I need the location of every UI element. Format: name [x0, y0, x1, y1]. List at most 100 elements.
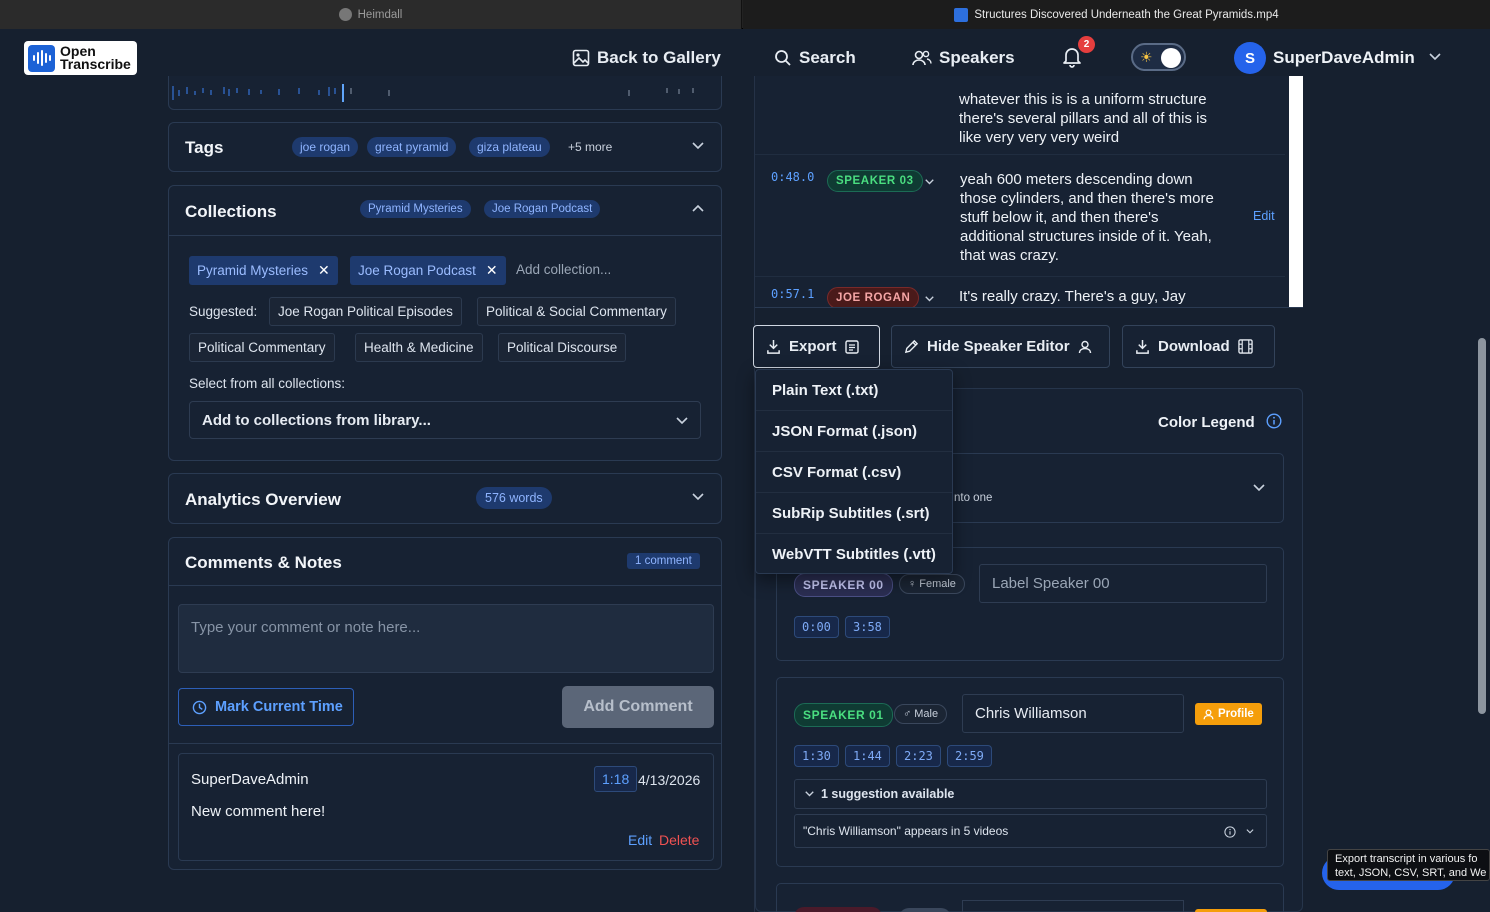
export-json-option[interactable]: JSON Format (.json) [756, 411, 952, 452]
suggested-collection[interactable]: Health & Medicine [355, 333, 483, 362]
time-chip[interactable]: 1:44 [845, 745, 890, 767]
gender-label: Female [919, 578, 956, 590]
info-icon[interactable] [1224, 826, 1236, 838]
remove-close-icon[interactable]: ✕ [318, 262, 330, 279]
download-button[interactable]: Download [1122, 325, 1275, 368]
add-collection-input[interactable]: Add collection... [516, 262, 611, 277]
browser-tab-heimdall[interactable]: Heimdall [0, 0, 742, 29]
username[interactable]: SuperDaveAdmin [1273, 48, 1415, 68]
tags-title: Tags [185, 138, 224, 157]
back-to-gallery-button[interactable]: Back to Gallery [572, 46, 721, 70]
tooltip: Export transcript in various fo text, JS… [1327, 849, 1490, 881]
speaker-tag[interactable]: SPEAKER 03 [827, 170, 923, 192]
page-scrollbar-thumb[interactable] [1478, 338, 1486, 714]
divider [755, 276, 1285, 277]
select-all-label: Select from all collections: [189, 376, 346, 391]
film-icon [1237, 339, 1253, 354]
analytics-panel[interactable]: Analytics Overview 576 words [168, 473, 722, 524]
suggested-collection[interactable]: Political Commentary [189, 333, 335, 362]
segment-time[interactable]: 0:48.0 [771, 170, 814, 184]
search-icon [775, 50, 791, 66]
speaker-name-input[interactable] [962, 900, 1184, 912]
time-chip[interactable]: 2:59 [947, 745, 992, 767]
comment-delete-link[interactable]: Delete [659, 832, 699, 848]
users-icon [912, 50, 932, 66]
toggle-knob [1161, 48, 1181, 68]
collections-panel: Collections Pyramid Mysteries Joe Rogan … [168, 185, 722, 461]
chevron-down-icon[interactable] [925, 296, 934, 302]
chevron-down-icon[interactable] [925, 179, 934, 185]
suggested-collection[interactable]: Political & Social Commentary [477, 297, 676, 326]
gender-badge[interactable]: ♂ Male [894, 704, 948, 724]
chevron-down-icon[interactable] [1253, 484, 1265, 492]
comment-textarea[interactable]: Type your comment or note here... [178, 604, 714, 673]
export-csv-option[interactable]: CSV Format (.csv) [756, 452, 952, 493]
logo-line-2: Transcribe [60, 56, 131, 72]
tags-more[interactable]: +5 more [568, 140, 612, 154]
selected-collection-label: Pyramid Mysteries [197, 263, 309, 278]
waveform-panel[interactable] [168, 76, 722, 110]
app-logo[interactable]: Open Transcribe [24, 41, 137, 75]
hide-speaker-editor-button[interactable]: Hide Speaker Editor [891, 325, 1110, 368]
transcript-segment-text[interactable]: It's really crazy. There's a guy, Jay [959, 287, 1229, 306]
suggestion-toggle[interactable]: 1 suggestion available [794, 779, 1267, 809]
time-chip[interactable]: 0:00 [794, 616, 839, 638]
gender-badge[interactable]: ♀ Female [899, 574, 965, 594]
time-chip[interactable]: 2:23 [896, 745, 941, 767]
merge-hint-text: nto one [954, 492, 993, 504]
export-txt-option[interactable]: Plain Text (.txt) [756, 370, 952, 411]
word-count-badge: 576 words [476, 487, 552, 509]
divider [755, 154, 1285, 155]
export-vtt-option[interactable]: WebVTT Subtitles (.vtt) [756, 534, 952, 575]
comment-timestamp[interactable]: 1:18 [594, 766, 638, 792]
segment-edit-link[interactable]: Edit [1253, 209, 1275, 223]
suggestion-text: "Chris Williamson" appears in 5 videos [803, 824, 1009, 838]
divider [169, 743, 721, 744]
search-label: Search [799, 48, 856, 67]
scrollbar-track[interactable] [1289, 76, 1303, 307]
speaker-label-input[interactable]: Label Speaker 00 [979, 564, 1267, 603]
info-icon[interactable] [1266, 413, 1282, 429]
export-srt-option[interactable]: SubRip Subtitles (.srt) [756, 493, 952, 534]
mark-current-time-button[interactable]: Mark Current Time [178, 688, 354, 726]
tag-chip[interactable]: joe rogan [292, 137, 359, 157]
theme-toggle[interactable]: ☀ [1131, 43, 1186, 71]
hide-speaker-editor-label: Hide Speaker Editor [927, 338, 1070, 355]
comment-edit-link[interactable]: Edit [628, 832, 652, 848]
tags-panel: Tags joe rogan great pyramid giza platea… [168, 122, 722, 172]
pencil-icon [904, 339, 919, 354]
library-select[interactable]: Add to collections from library... [189, 401, 701, 439]
search-button[interactable]: Search [774, 46, 856, 70]
chevron-down-icon [805, 791, 814, 797]
profile-label: Profile [1218, 708, 1254, 720]
female-icon: ♀ [908, 578, 917, 590]
export-button[interactable]: Export [753, 325, 880, 368]
tag-chip[interactable]: giza plateau [469, 137, 550, 157]
time-chip[interactable]: 1:30 [794, 745, 839, 767]
chevron-down-icon[interactable] [1429, 53, 1441, 61]
speaker-tag[interactable]: JOE ROGAN [827, 287, 920, 307]
segment-time[interactable]: 0:57.1 [771, 287, 814, 301]
suggested-collection[interactable]: Political Discourse [498, 333, 627, 362]
avatar[interactable]: S [1234, 42, 1266, 74]
chevron-up-icon[interactable] [692, 204, 704, 212]
chevron-down-icon[interactable] [692, 142, 704, 150]
chevron-down-icon[interactable] [692, 493, 704, 501]
suggested-collection[interactable]: Joe Rogan Political Episodes [269, 297, 462, 326]
transcript-segment-text[interactable]: yeah 600 meters descending down those cy… [960, 170, 1225, 265]
browser-tab-video[interactable]: Structures Discovered Underneath the Gre… [743, 0, 1490, 29]
add-comment-button[interactable]: Add Comment [562, 686, 714, 728]
selected-collection-label: Joe Rogan Podcast [358, 263, 476, 278]
remove-close-icon[interactable]: ✕ [486, 262, 498, 279]
time-chip[interactable]: 3:58 [845, 616, 890, 638]
suggestion-row[interactable]: "Chris Williamson" appears in 5 videos [794, 814, 1267, 848]
speaker-name-input[interactable]: Chris Williamson [962, 694, 1184, 733]
analytics-title: Analytics Overview [185, 490, 341, 509]
transcript-segment-text[interactable]: whatever this is is a uniform structure … [959, 90, 1229, 147]
chevron-down-icon[interactable] [1246, 829, 1254, 834]
profile-button[interactable]: Profile [1195, 703, 1262, 725]
download-icon [767, 339, 780, 354]
tag-chip[interactable]: great pyramid [367, 137, 457, 157]
back-to-gallery-label: Back to Gallery [597, 48, 721, 67]
speakers-button[interactable]: Speakers [912, 46, 1015, 70]
